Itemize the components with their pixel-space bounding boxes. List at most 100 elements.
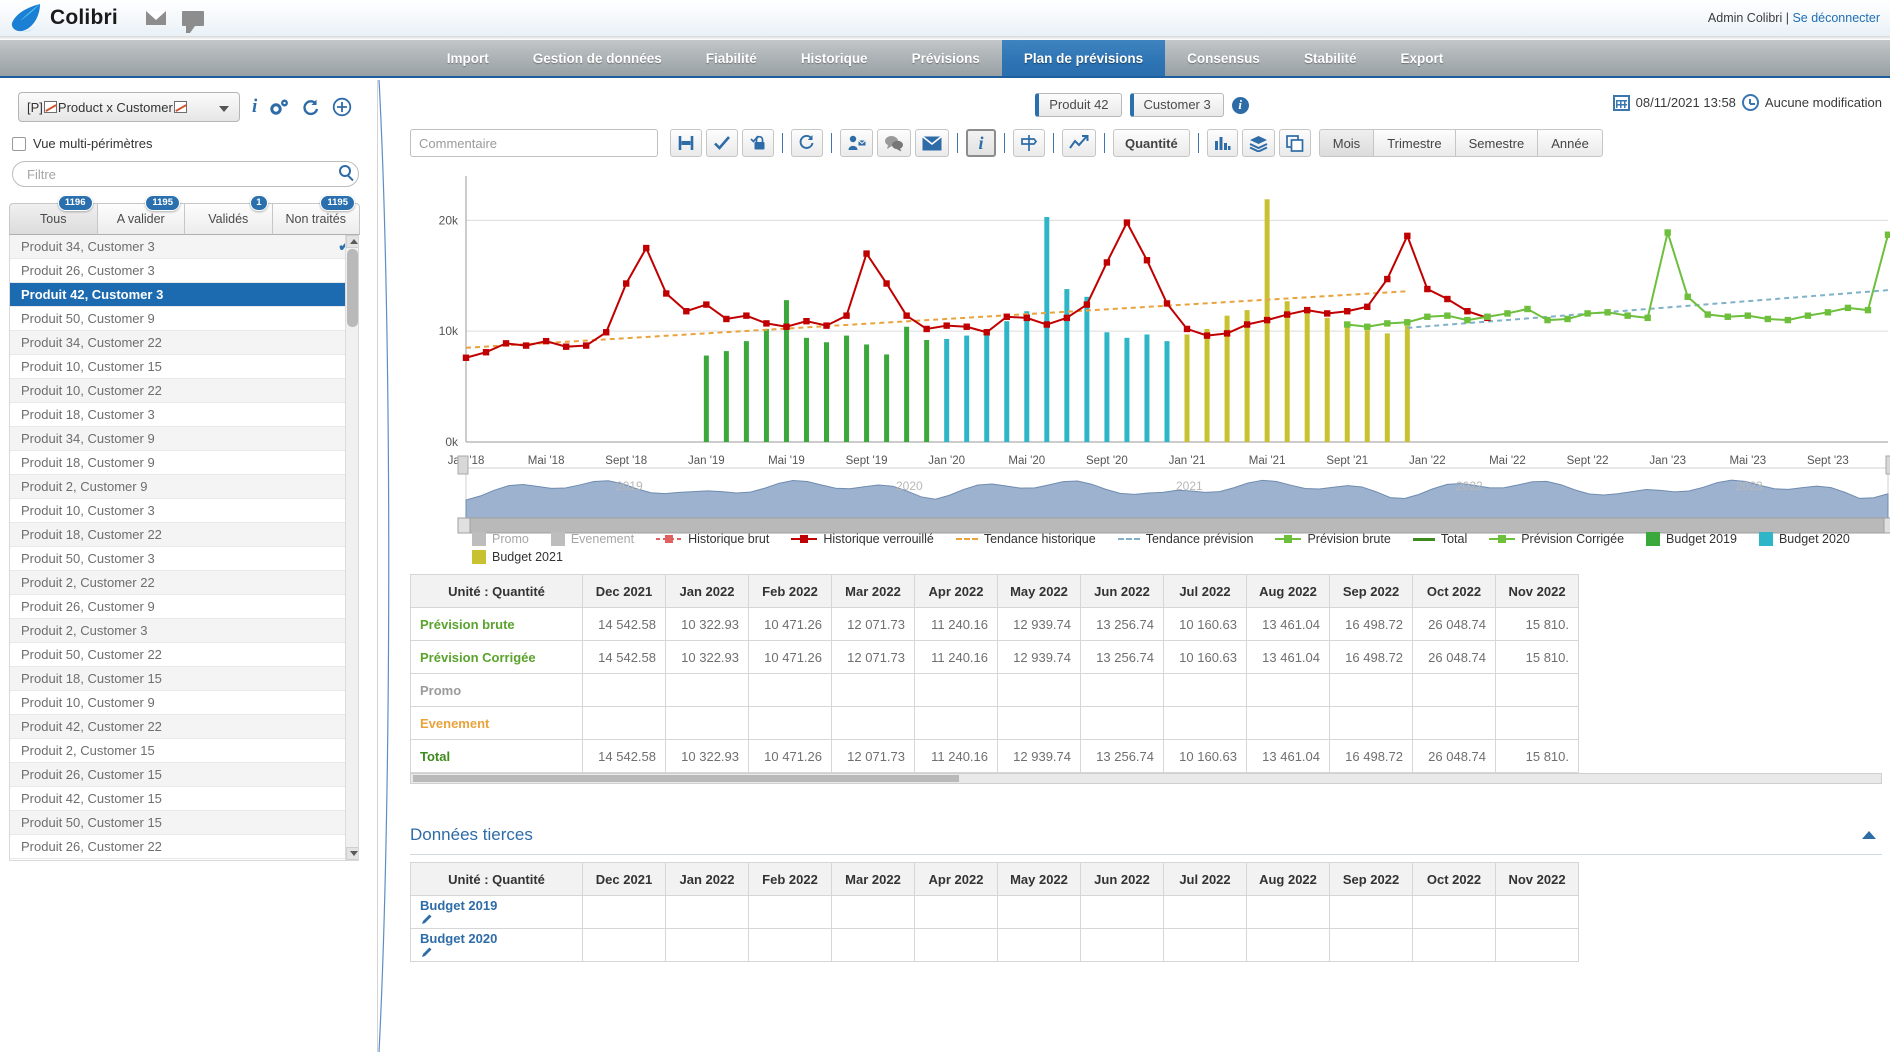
- table-cell[interactable]: [831, 673, 915, 707]
- list-item[interactable]: Produit 42, Customer 3: [10, 283, 358, 307]
- table-cell[interactable]: [1412, 895, 1496, 929]
- table-cell[interactable]: [997, 706, 1081, 740]
- list-item[interactable]: Produit 42, Customer 22: [10, 715, 358, 739]
- nav-item-gestion-de-donn-es[interactable]: Gestion de données: [511, 40, 684, 76]
- list-item[interactable]: Produit 34, Customer 9: [10, 427, 358, 451]
- table-cell[interactable]: [665, 673, 749, 707]
- table-cell[interactable]: [665, 895, 749, 929]
- table-cell[interactable]: 26 048.74: [1412, 607, 1496, 641]
- table-row[interactable]: Prévision Corrigée 14 542.58 10 322.93 10 4…: [410, 640, 1579, 674]
- signpost-button[interactable]: [1013, 129, 1045, 157]
- table-cell[interactable]: 14 542.58: [582, 640, 666, 674]
- list-item[interactable]: Produit 50, Customer 3: [10, 547, 358, 571]
- list-item[interactable]: Produit 18, Customer 22: [10, 523, 358, 547]
- perimeter-select[interactable]: [P] Product x Customer: [18, 92, 240, 122]
- table-cell[interactable]: 12 071.73: [831, 640, 915, 674]
- trend-button[interactable]: [1062, 129, 1096, 157]
- table-cell[interactable]: [1329, 673, 1413, 707]
- table-cell[interactable]: [997, 895, 1081, 929]
- table-hscroll-thumb[interactable]: [413, 775, 959, 782]
- table-cell[interactable]: [582, 706, 666, 740]
- table-cell[interactable]: 13 256.74: [1080, 607, 1164, 641]
- save-button[interactable]: [670, 129, 702, 157]
- nav-item-stabilit-[interactable]: Stabilité: [1282, 40, 1379, 76]
- selection-chip[interactable]: Produit 42: [1035, 93, 1122, 117]
- selection-chip[interactable]: Customer 3: [1129, 93, 1224, 117]
- table-cell[interactable]: [1329, 895, 1413, 929]
- table-cell[interactable]: [1495, 706, 1579, 740]
- nav-item-consensus[interactable]: Consensus: [1165, 40, 1282, 76]
- legend-item[interactable]: Tendance prévision: [1117, 532, 1253, 546]
- table-cell[interactable]: 12 071.73: [831, 607, 915, 641]
- assign-user-button[interactable]: [840, 129, 873, 157]
- nav-item-historique[interactable]: Historique: [779, 40, 890, 76]
- table-cell[interactable]: [1080, 928, 1164, 962]
- list-item[interactable]: Produit 18, Customer 3: [10, 403, 358, 427]
- granularity-trimestre[interactable]: Trimestre: [1373, 129, 1456, 157]
- tab-valid-s[interactable]: Validés 1: [184, 195, 273, 235]
- legend-item[interactable]: Budget 2021: [472, 550, 563, 564]
- search-icon[interactable]: [339, 165, 351, 177]
- table-cell[interactable]: [1080, 895, 1164, 929]
- granularity-mois[interactable]: Mois: [1318, 129, 1375, 157]
- email-button[interactable]: [915, 129, 949, 157]
- list-item[interactable]: Produit 10, Customer 9: [10, 691, 358, 715]
- table-cell[interactable]: 10 160.63: [1163, 739, 1247, 773]
- table-cell[interactable]: [1246, 895, 1330, 929]
- table-row[interactable]: Promo: [410, 673, 1579, 707]
- table-cell[interactable]: 11 240.16: [914, 640, 998, 674]
- table-cell[interactable]: 13 461.04: [1246, 607, 1330, 641]
- table-cell[interactable]: [1163, 706, 1247, 740]
- table-cell[interactable]: [1080, 673, 1164, 707]
- list-item[interactable]: Produit 42, Customer 15: [10, 787, 358, 811]
- list-item[interactable]: Produit 26, Customer 22: [10, 835, 358, 859]
- table-cell[interactable]: [1495, 673, 1579, 707]
- table-cell[interactable]: 10 160.63: [1163, 607, 1247, 641]
- comment-input[interactable]: [410, 129, 658, 157]
- table-cell[interactable]: 10 471.26: [748, 640, 832, 674]
- legend-item[interactable]: Budget 2020: [1758, 532, 1850, 546]
- table-cell[interactable]: [914, 895, 998, 929]
- list-item[interactable]: Produit 34, Customer 22: [10, 331, 358, 355]
- table-cell[interactable]: 26 048.74: [1412, 640, 1496, 674]
- info-circle-icon[interactable]: i: [1231, 96, 1249, 114]
- table-cell[interactable]: [1246, 928, 1330, 962]
- table-hscrollbar[interactable]: [410, 773, 1882, 784]
- nav-item-pr-visions[interactable]: Prévisions: [890, 40, 1002, 76]
- list-item[interactable]: Produit 50, Customer 9: [10, 307, 358, 331]
- chevron-up-icon[interactable]: [1862, 830, 1876, 839]
- settings-gear-icon[interactable]: [269, 99, 289, 116]
- legend-item[interactable]: Total: [1412, 532, 1467, 546]
- table-cell[interactable]: 26 048.74: [1412, 739, 1496, 773]
- logout-link[interactable]: Se déconnecter: [1792, 11, 1880, 25]
- list-item[interactable]: Produit 50, Customer 15: [10, 811, 358, 835]
- table-cell[interactable]: [1412, 928, 1496, 962]
- table-cell[interactable]: [748, 895, 832, 929]
- table-cell[interactable]: [748, 673, 832, 707]
- list-item[interactable]: Produit 18, Customer 15: [10, 667, 358, 691]
- table-cell[interactable]: [1246, 673, 1330, 707]
- copy-button[interactable]: [1278, 129, 1311, 157]
- table-cell[interactable]: 10 322.93: [665, 640, 749, 674]
- legend-item[interactable]: Tendance historique: [955, 532, 1096, 546]
- list-item[interactable]: Produit 26, Customer 3: [10, 259, 358, 283]
- table-cell[interactable]: 16 498.72: [1329, 739, 1413, 773]
- table-cell[interactable]: [1495, 928, 1579, 962]
- validate-check-button[interactable]: [706, 129, 738, 157]
- legend-item[interactable]: Historique brut: [656, 532, 769, 546]
- granularity-année[interactable]: Année: [1537, 129, 1603, 157]
- table-cell[interactable]: 11 240.16: [914, 739, 998, 773]
- table-row[interactable]: Total 14 542.58 10 322.93 10 471.26 12 071.7…: [410, 739, 1579, 773]
- scroll-down-icon[interactable]: [346, 847, 358, 860]
- table-cell[interactable]: [1163, 928, 1247, 962]
- table-row[interactable]: Evenement: [410, 706, 1579, 740]
- legend-item[interactable]: Prévision brute: [1275, 532, 1391, 546]
- table-cell[interactable]: [1412, 706, 1496, 740]
- refresh-recalc-button[interactable]: [791, 129, 823, 157]
- table-cell[interactable]: [1246, 706, 1330, 740]
- pencil-icon[interactable]: [420, 946, 573, 959]
- table-cell[interactable]: 10 471.26: [748, 739, 832, 773]
- legend-item[interactable]: Prévision Corrigée: [1489, 532, 1624, 546]
- table-cell[interactable]: [1163, 895, 1247, 929]
- table-row[interactable]: Budget 2020: [410, 928, 1579, 962]
